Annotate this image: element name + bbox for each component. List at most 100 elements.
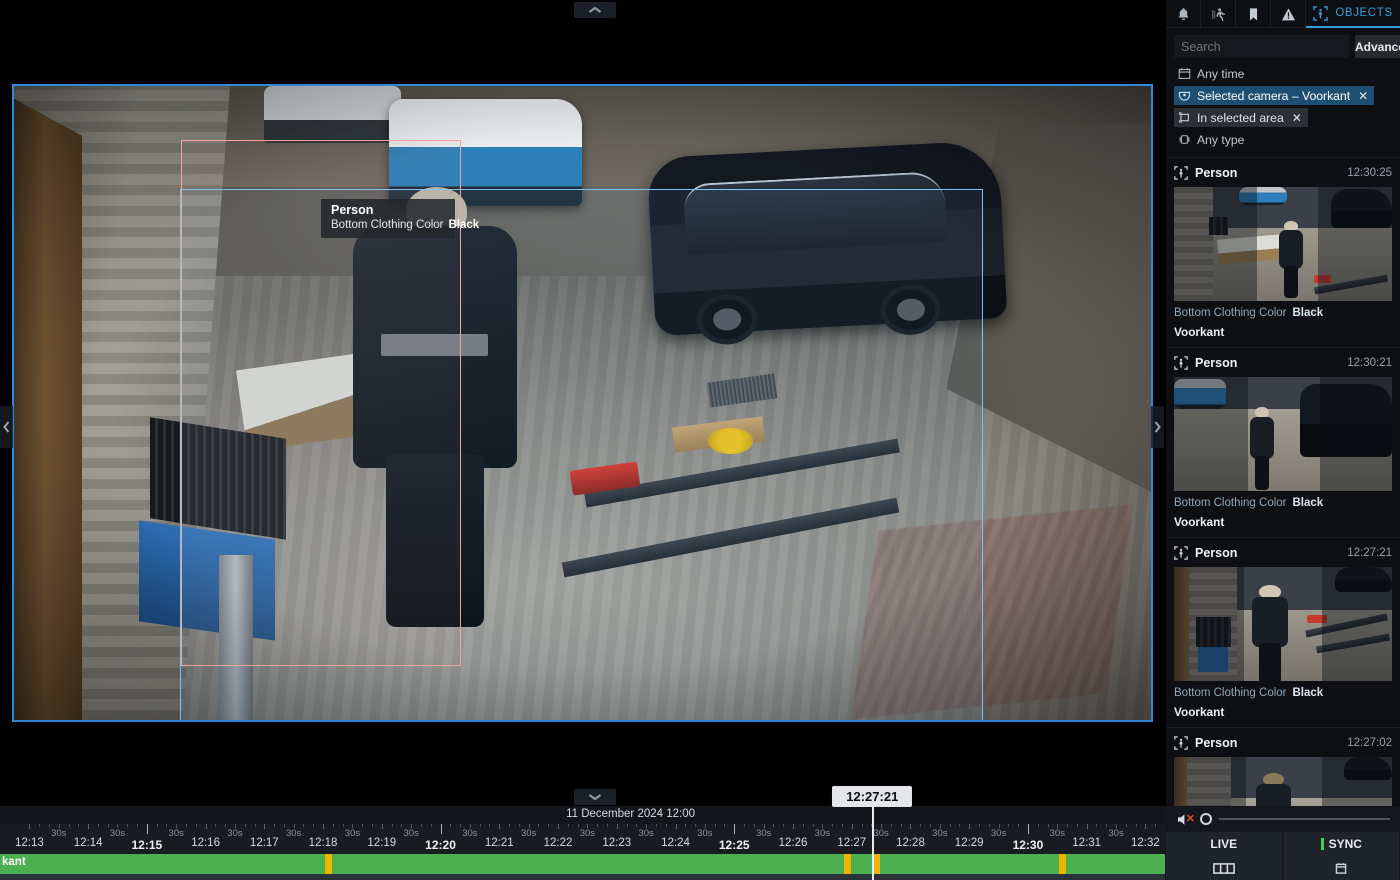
timeline-tick (1057, 824, 1059, 827)
timeline-tick (146, 824, 148, 834)
timeline-ruler[interactable]: 12:13 30s 12:14 30s 12:15 30s 12:16 30s 12:17 30s… (0, 824, 1165, 854)
timeline-tick (939, 824, 941, 827)
timeline-tick (597, 824, 599, 827)
timeline-minute-label: 12:18 (308, 837, 338, 849)
previous-camera-button[interactable] (0, 406, 13, 448)
object-card-thumbnail[interactable] (1174, 567, 1392, 681)
object-card-camera: Voorkant (1174, 705, 1225, 719)
timeline-tick (548, 824, 550, 827)
timeline-tick (1096, 824, 1098, 827)
calendar-button[interactable] (1283, 856, 1399, 880)
timeline-tick (753, 824, 755, 827)
tab-bookmarks[interactable] (1236, 0, 1271, 28)
timeline-tick (88, 824, 90, 829)
camera-video-frame[interactable] (12, 84, 1153, 722)
live-button[interactable]: LIVE (1166, 832, 1282, 856)
timeline-halfminute-label: 30s (638, 828, 654, 839)
filter-in-selected-area[interactable]: In selected area ✕ (1174, 108, 1308, 127)
timeline-halfminute-label: 30s (1108, 828, 1124, 839)
timeline-recording-chunk[interactable] (0, 854, 1165, 874)
timeline-tick (401, 824, 403, 827)
timeline-event-marker[interactable] (1059, 854, 1067, 874)
right-side-panel: OBJECTS Advanced... Any time (1165, 0, 1400, 880)
timeline-tick (1018, 824, 1020, 827)
timeline-track[interactable]: kant (0, 854, 1165, 880)
object-card-attribute-name: Bottom Clothing Color (1174, 687, 1287, 699)
timeline-halfminute-label: 30s (286, 828, 302, 839)
sync-button[interactable]: SYNC (1283, 832, 1399, 856)
filter-any-type[interactable]: Any type (1174, 130, 1392, 149)
timeline-tick (890, 824, 892, 827)
bookmark-icon (1249, 7, 1257, 21)
timeline-tick (107, 824, 109, 827)
calendar-icon (1335, 862, 1347, 874)
object-card[interactable]: Person 12:30:21 Bottom Clothing Color Bla… (1166, 347, 1400, 537)
timeline-tick (734, 824, 736, 834)
volume-slider-track[interactable] (1219, 818, 1390, 820)
volume-mute-icon[interactable]: ✕ (1177, 813, 1195, 826)
timeline-minute-label: 12:17 (249, 837, 279, 849)
collapse-top-panel-button[interactable] (574, 2, 616, 18)
timeline-tick (959, 824, 961, 827)
sync-active-indicator (1320, 838, 1324, 850)
object-card-attribute-name: Bottom Clothing Color (1174, 497, 1287, 509)
object-card-thumbnail[interactable] (1174, 377, 1392, 491)
timeline-tick (509, 824, 511, 827)
object-card-attribute-value: Black (1292, 307, 1324, 319)
tab-objects[interactable]: OBJECTS (1306, 0, 1400, 28)
object-card[interactable]: Person 12:27:21 Bottom Clothing Color Bl… (1166, 537, 1400, 727)
timeline-tick (430, 824, 432, 827)
timeline-event-marker[interactable] (843, 854, 851, 874)
timeline-tick (1008, 824, 1010, 827)
object-card-time: 12:30:25 (1347, 167, 1392, 179)
timeline-tick (783, 824, 785, 827)
next-camera-button[interactable] (1151, 406, 1164, 448)
timeline-halfminute-label: 30s (990, 828, 1007, 839)
timeline-tick (881, 824, 883, 827)
chevron-left-icon (3, 421, 10, 433)
tab-notifications[interactable] (1166, 0, 1201, 28)
timeline-halfminute-label: 30s (520, 828, 537, 839)
timeline-tick (998, 824, 1000, 827)
object-card-header: Person 12:30:21 (1174, 354, 1392, 372)
timeline-minute-label: 12:29 (954, 837, 984, 849)
tab-motion[interactable] (1201, 0, 1236, 28)
thumbnails-toggle-button[interactable] (1166, 856, 1282, 880)
object-card-attribute: Bottom Clothing Color Black (1174, 687, 1392, 699)
tab-events[interactable] (1271, 0, 1306, 28)
timeline-track-name: kant (2, 856, 26, 868)
timeline-tick (58, 824, 60, 827)
timeline-tick (381, 824, 383, 829)
search-input[interactable] (1174, 35, 1349, 58)
object-card[interactable]: Person 12:30:25 Bottom Clothing Color Bl… (1166, 157, 1400, 347)
sync-label: SYNC (1328, 837, 1362, 851)
area-select-icon (1179, 112, 1189, 123)
timeline-minute-label: 12:19 (367, 837, 397, 849)
timeline-tick (97, 824, 99, 827)
collapse-timeline-button[interactable] (574, 789, 616, 805)
timeline-event-marker[interactable] (324, 854, 332, 874)
timeline-tick (264, 824, 266, 829)
timeline-tick (528, 824, 530, 827)
filter-any-time[interactable]: Any time (1174, 64, 1392, 83)
tab-objects-label: OBJECTS (1335, 7, 1393, 19)
object-card-thumbnail[interactable] (1174, 187, 1392, 301)
filter-selected-camera-remove[interactable]: ✕ (1358, 89, 1368, 103)
object-results-list[interactable]: Person 12:30:25 Bottom Clothing Color Bl… (1166, 157, 1400, 880)
timeline-tick (812, 824, 814, 827)
timeline-tick (655, 824, 657, 827)
filter-in-selected-area-remove[interactable]: ✕ (1292, 111, 1302, 125)
advanced-search-button[interactable]: Advanced... (1355, 35, 1400, 58)
timeline-tick (68, 824, 70, 827)
timeline-tick (127, 824, 129, 827)
timeline-halfminute-label: 30s (462, 828, 478, 839)
object-card-title: Person (1195, 546, 1238, 560)
timeline-minute-label: 12:28 (896, 837, 925, 849)
timeline-playhead[interactable] (872, 806, 875, 880)
volume-row[interactable]: ✕ (1165, 806, 1400, 832)
nx-witness-client-window: Person Bottom Clothing Color Black OBJEC… (0, 0, 1400, 880)
filter-any-time-label: Any time (1197, 66, 1245, 81)
volume-slider-knob[interactable] (1200, 813, 1212, 825)
filter-selected-camera[interactable]: Selected camera – Voorkant ✕ (1174, 86, 1375, 105)
timeline-tick (518, 824, 520, 827)
